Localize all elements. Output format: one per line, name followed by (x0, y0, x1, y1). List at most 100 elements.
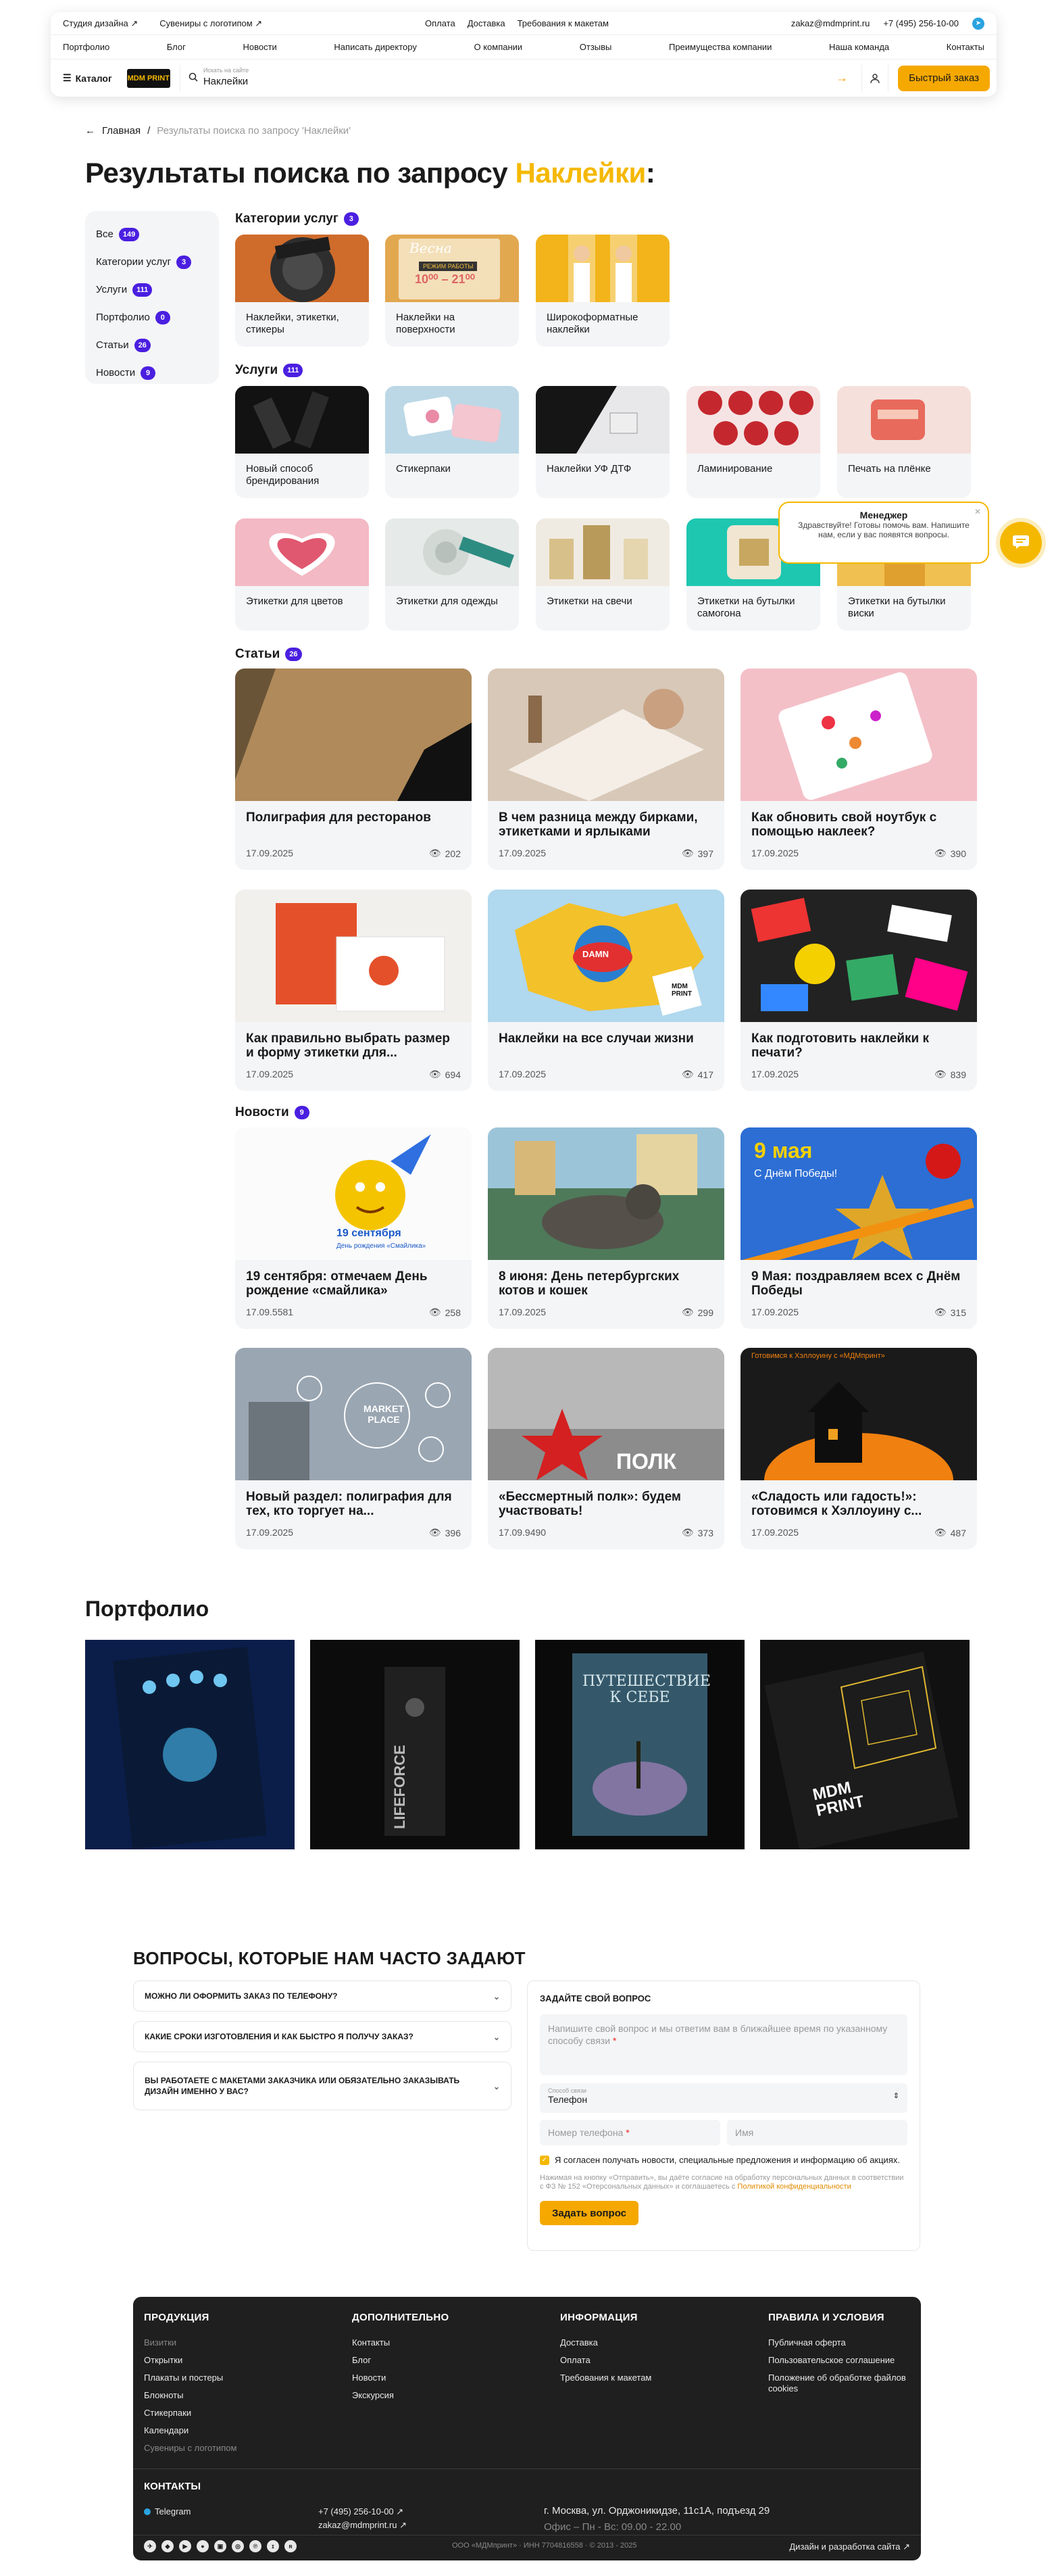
nav-news[interactable]: Новости (243, 42, 276, 52)
filter-all[interactable]: Все 149 (96, 220, 208, 248)
footer-link[interactable]: Публичная оферта (768, 2334, 910, 2352)
quick-order-button[interactable]: Быстрый заказ (898, 65, 990, 91)
category-card[interactable]: Широкоформатные наклейки (536, 235, 670, 347)
header-email[interactable]: zakaz@mdmprint.ru (791, 18, 870, 28)
souvenirs-link[interactable]: Сувениры с логотипом ↗ (159, 18, 262, 29)
category-card[interactable]: Весна РЕЖИМ РАБОТЫ 10⁰⁰ – 21⁰⁰ Наклейки … (385, 235, 519, 347)
rutube-icon[interactable]: ▣ (214, 2540, 226, 2552)
footer-link[interactable]: Контакты (352, 2334, 449, 2352)
service-card[interactable]: Этикетки на свечи (536, 518, 670, 631)
footer-developer-link[interactable]: Дизайн и разработка сайта ↗ (789, 2542, 910, 2552)
faq-item[interactable]: ВЫ РАБОТАЕТЕ С МАКЕТАМИ ЗАКАЗЧИКА ИЛИ ОБ… (133, 2062, 511, 2110)
footer-link[interactable]: Визитки (144, 2334, 236, 2352)
contact-method-select[interactable]: Способ связи Телефон ⇕ (540, 2083, 907, 2113)
footer-link[interactable]: Положение об обработке файлов cookies (768, 2373, 910, 2394)
telegram-icon[interactable]: ➤ (972, 17, 984, 30)
portfolio-item[interactable]: LIFEFORCE (310, 1640, 520, 1849)
service-card[interactable]: Этикетки для одежды (385, 518, 519, 631)
article-card[interactable]: В чем разница между бирками, этикетками … (488, 669, 724, 870)
behance-icon[interactable]: ʀ (284, 2540, 297, 2552)
youtube-icon[interactable]: ▶ (179, 2540, 191, 2552)
article-card[interactable]: Как обновить свой ноутбук с помощью накл… (741, 669, 977, 870)
nav-blog[interactable]: Блог (167, 42, 186, 52)
search-submit-arrow-icon[interactable]: → (836, 71, 848, 85)
footer-link[interactable]: Плакаты и постеры (144, 2369, 236, 2387)
privacy-policy-link[interactable]: Политикой конфиденциальности (737, 2183, 851, 2191)
faq-item[interactable]: МОЖНО ЛИ ОФОРМИТЬ ЗАКАЗ ПО ТЕЛЕФОНУ? ⌄ (133, 1980, 511, 2012)
design-studio-link[interactable]: Студия дизайна ↗ (63, 18, 138, 29)
user-icon[interactable] (861, 64, 889, 92)
site-logo[interactable]: MDM PRINT (126, 68, 170, 88)
filter-portfolio[interactable]: Портфолио 0 (96, 303, 208, 331)
service-card[interactable]: Печать на плёнке (837, 386, 971, 498)
nav-reviews[interactable]: Отзывы (580, 42, 612, 52)
payment-link[interactable]: Оплата (425, 18, 455, 28)
nav-advantages[interactable]: Преимущества компании (669, 42, 772, 52)
vk-icon[interactable]: ◆ (161, 2540, 174, 2552)
search-input[interactable]: Наклейки (203, 76, 248, 87)
chat-button[interactable] (1000, 522, 1042, 564)
news-card[interactable]: MARKET PLACE Новый раздел: полиграфия дл… (235, 1348, 472, 1549)
footer-phone[interactable]: +7 (495) 256-10-00 ↗ (318, 2506, 403, 2517)
portfolio-item[interactable] (85, 1640, 295, 1849)
ok-icon[interactable]: ● (197, 2540, 209, 2552)
footer-link[interactable]: Блокноты (144, 2387, 236, 2404)
name-field[interactable]: Имя (727, 2120, 907, 2145)
news-card[interactable]: ПОЛК «Бессмертный полк»: будем участвова… (488, 1348, 724, 1549)
delivery-link[interactable]: Доставка (468, 18, 505, 28)
phone-field[interactable]: Номер телефона * (540, 2120, 720, 2145)
portfolio-item[interactable]: ПУТЕШЕСТВИЕ К СЕБЕ (535, 1640, 745, 1849)
back-arrow-icon[interactable]: ← (85, 125, 95, 137)
footer-telegram[interactable]: Telegram (144, 2506, 191, 2517)
pinterest-icon[interactable]: ℗ (249, 2540, 261, 2552)
service-card[interactable]: Этикетки для цветов (235, 518, 369, 631)
filter-categories[interactable]: Категории услуг 3 (96, 248, 208, 276)
news-card[interactable]: 9 мая С Днём Победы! 9 Мая: поздравляем … (741, 1127, 977, 1329)
footer-link[interactable]: Стикерпаки (144, 2404, 236, 2422)
service-card[interactable]: Новый способ брендирования (235, 386, 369, 498)
footer-link[interactable]: Сувениры с логотипом (144, 2439, 236, 2457)
article-card[interactable]: Как правильно выбрать размер и форму эти… (235, 890, 472, 1091)
nav-team[interactable]: Наша команда (829, 42, 889, 52)
consent-checkbox[interactable]: ✓ (540, 2156, 549, 2165)
telegram-icon[interactable]: ✈ (144, 2540, 156, 2552)
service-card[interactable]: Ламинирование (686, 386, 820, 498)
layout-requirements-link[interactable]: Требования к макетам (518, 18, 609, 28)
filter-services[interactable]: Услуги 111 (96, 276, 208, 303)
news-card[interactable]: 19 сентября День рождения «Смайлика» 19 … (235, 1127, 472, 1329)
footer-link[interactable]: Календари (144, 2422, 236, 2439)
footer-link[interactable]: Доставка (560, 2334, 651, 2352)
service-card[interactable]: Наклейки УФ ДТФ (536, 386, 670, 498)
article-card[interactable]: DAMN MDM PRINT Наклейки на все случаи жи… (488, 890, 724, 1091)
news-card[interactable]: 8 июня: День петербургских котов и кошек… (488, 1127, 724, 1329)
footer-link[interactable]: Оплата (560, 2352, 651, 2369)
catalog-button[interactable]: ☰ Каталог (57, 72, 118, 84)
nav-about[interactable]: О компании (474, 42, 522, 52)
breadcrumb-home[interactable]: Главная (102, 125, 141, 137)
close-icon[interactable]: ✕ (974, 507, 981, 516)
filter-news[interactable]: Новости 9 (96, 359, 208, 387)
header-phone[interactable]: +7 (495) 256-10-00 (883, 18, 959, 28)
nav-contacts[interactable]: Контакты (947, 42, 984, 52)
search-box[interactable]: Искать на сайте Наклейки → (179, 64, 852, 92)
footer-link[interactable]: Блог (352, 2352, 449, 2369)
footer-link[interactable]: Пользовательское соглашение (768, 2352, 910, 2369)
footer-link[interactable]: Новости (352, 2369, 449, 2387)
footer-link[interactable]: Экскурсия (352, 2387, 449, 2404)
article-card[interactable]: Полиграфия для ресторанов 17.09.2025 👁 202 (235, 669, 472, 870)
ask-question-button[interactable]: Задать вопрос (540, 2201, 638, 2225)
manager-chat-popup[interactable]: ✕ Менеджер Здравствуйте! Готовы помочь в… (778, 502, 989, 564)
nav-write-director[interactable]: Написать директору (334, 42, 416, 52)
news-card[interactable]: Готовимся к Хэллоуину с «МДМпринт» «Слад… (741, 1348, 977, 1549)
footer-link[interactable]: Требования к макетам (560, 2369, 651, 2387)
filter-articles[interactable]: Статьи 26 (96, 331, 208, 359)
footer-link[interactable]: Открытки (144, 2352, 236, 2369)
nav-portfolio[interactable]: Портфолио (63, 42, 109, 52)
instagram-icon[interactable]: ◎ (232, 2540, 244, 2552)
footer-email[interactable]: zakaz@mdmprint.ru ↗ (318, 2520, 407, 2531)
category-card[interactable]: Наклейки, этикетки, стикеры (235, 235, 369, 347)
portfolio-item[interactable]: MDM PRINT (760, 1640, 970, 1849)
service-card[interactable]: Стикерпаки (385, 386, 519, 498)
article-card[interactable]: Как подготовить наклейки к печати? 17.09… (741, 890, 977, 1091)
tumblr-icon[interactable]: ɪ (267, 2540, 279, 2552)
